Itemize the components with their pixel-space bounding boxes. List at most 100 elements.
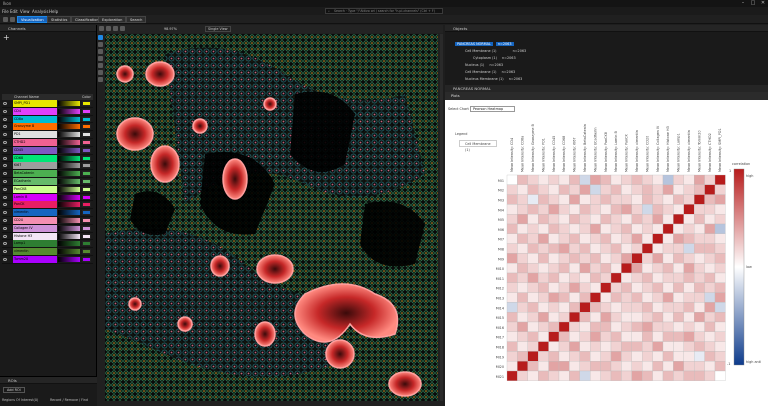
heatmap-cell[interactable] bbox=[517, 253, 528, 264]
heatmap-cell[interactable] bbox=[694, 351, 705, 362]
heatmap-cell[interactable] bbox=[569, 204, 580, 215]
heatmap-cell[interactable] bbox=[590, 184, 601, 195]
heatmap-cell[interactable] bbox=[714, 292, 726, 303]
heatmap-cell[interactable] bbox=[714, 194, 726, 205]
eye-icon[interactable] bbox=[3, 203, 7, 207]
heatmap-cell[interactable] bbox=[527, 184, 539, 195]
heatmap-cell[interactable] bbox=[694, 223, 705, 234]
heatmap-cell[interactable] bbox=[558, 214, 570, 225]
heatmap-cell[interactable] bbox=[631, 351, 643, 362]
heatmap-cell[interactable] bbox=[506, 331, 518, 342]
heatmap-cell[interactable] bbox=[506, 312, 518, 323]
heatmap-cell[interactable] bbox=[694, 263, 705, 274]
heatmap-cell[interactable] bbox=[694, 361, 705, 372]
heatmap-cell[interactable] bbox=[527, 370, 539, 381]
heatmap-cell[interactable] bbox=[527, 174, 539, 185]
heatmap-cell[interactable] bbox=[548, 282, 560, 293]
heatmap-cell[interactable] bbox=[558, 282, 570, 293]
heatmap-cell[interactable] bbox=[610, 282, 622, 293]
heatmap-cell[interactable] bbox=[538, 253, 549, 264]
heatmap-cell[interactable] bbox=[694, 331, 705, 342]
select-tool-icon[interactable] bbox=[98, 35, 103, 40]
heatmap-cell[interactable] bbox=[621, 204, 632, 215]
channel-intensity-bar[interactable] bbox=[58, 210, 80, 216]
heatmap-cell[interactable] bbox=[662, 361, 674, 372]
rectangle-tool-icon[interactable] bbox=[98, 49, 103, 54]
heatmap-cell[interactable] bbox=[621, 302, 632, 313]
heatmap-cell[interactable] bbox=[683, 312, 695, 323]
heatmap-cell[interactable] bbox=[517, 321, 528, 332]
heatmap-cell[interactable] bbox=[652, 243, 664, 254]
heatmap-cell[interactable] bbox=[590, 331, 601, 342]
heatmap-cell[interactable] bbox=[548, 223, 560, 234]
heatmap-cell[interactable] bbox=[538, 214, 549, 225]
add-roi-button[interactable]: Add ROI bbox=[3, 387, 25, 393]
eye-icon[interactable] bbox=[3, 250, 7, 254]
heatmap-cell[interactable] bbox=[527, 214, 539, 225]
heatmap-cell[interactable] bbox=[600, 223, 612, 234]
heatmap-cell[interactable] bbox=[558, 351, 570, 362]
heatmap-cell[interactable] bbox=[590, 312, 601, 323]
heatmap-cell[interactable] bbox=[579, 272, 591, 283]
heatmap-cell[interactable] bbox=[527, 233, 539, 244]
heatmap-cell[interactable] bbox=[662, 184, 674, 195]
heatmap-cell[interactable] bbox=[558, 321, 570, 332]
heatmap-cell[interactable] bbox=[621, 194, 632, 205]
heatmap-cell[interactable] bbox=[590, 174, 601, 185]
heatmap-cell[interactable] bbox=[558, 223, 570, 234]
heatmap-cell[interactable] bbox=[569, 321, 580, 332]
channel-row[interactable]: CD20 bbox=[2, 216, 93, 225]
heatmap-cell[interactable] bbox=[538, 331, 549, 342]
heatmap-cell[interactable] bbox=[590, 263, 601, 274]
heatmap-cell[interactable] bbox=[548, 331, 560, 342]
heatmap-cell[interactable] bbox=[548, 361, 560, 372]
heatmap-cell[interactable] bbox=[517, 361, 528, 372]
heatmap-cell[interactable] bbox=[683, 282, 695, 293]
heatmap-cell[interactable] bbox=[704, 321, 716, 332]
channel-intensity-bar[interactable] bbox=[58, 249, 80, 255]
heatmap-cell[interactable] bbox=[714, 282, 726, 293]
heatmap-cell[interactable] bbox=[683, 174, 695, 185]
heatmap-cell[interactable] bbox=[558, 331, 570, 342]
heatmap-cell[interactable] bbox=[694, 184, 705, 195]
heatmap-cell[interactable] bbox=[683, 243, 695, 254]
heatmap-cell[interactable] bbox=[527, 253, 539, 264]
heatmap-cell[interactable] bbox=[673, 233, 684, 244]
heatmap-cell[interactable] bbox=[642, 253, 653, 264]
heatmap-cell[interactable] bbox=[642, 302, 653, 313]
heatmap-cell[interactable] bbox=[610, 214, 622, 225]
heatmap-cell[interactable] bbox=[538, 223, 549, 234]
heatmap-cell[interactable] bbox=[548, 174, 560, 185]
object-item[interactable]: Cytoplasm (1) n=2063 bbox=[473, 56, 516, 60]
heatmap-cell[interactable] bbox=[610, 263, 622, 274]
heatmap-cell[interactable] bbox=[590, 361, 601, 372]
channel-intensity-bar[interactable] bbox=[58, 194, 80, 200]
heatmap-cell[interactable] bbox=[704, 302, 716, 313]
heatmap-cell[interactable] bbox=[694, 253, 705, 264]
heatmap-cell[interactable] bbox=[662, 214, 674, 225]
heatmap-cell[interactable] bbox=[683, 302, 695, 313]
heatmap-cell[interactable] bbox=[714, 331, 726, 342]
heatmap-cell[interactable] bbox=[610, 243, 622, 254]
heatmap-cell[interactable] bbox=[579, 370, 591, 381]
heatmap-cell[interactable] bbox=[590, 214, 601, 225]
heatmap-cell[interactable] bbox=[714, 272, 726, 283]
heatmap-cell[interactable] bbox=[694, 204, 705, 215]
heatmap-cell[interactable] bbox=[694, 292, 705, 303]
heatmap-cell[interactable] bbox=[579, 214, 591, 225]
channel-intensity-bar[interactable] bbox=[58, 101, 80, 106]
heatmap-cell[interactable] bbox=[569, 263, 580, 274]
heatmap-cell[interactable] bbox=[631, 312, 643, 323]
heatmap-cell[interactable] bbox=[621, 214, 632, 225]
channel-row[interactable]: Lamp1 bbox=[2, 240, 93, 249]
heatmap-cell[interactable] bbox=[694, 312, 705, 323]
heatmap-cell[interactable] bbox=[538, 321, 549, 332]
heatmap-cell[interactable] bbox=[600, 174, 612, 185]
channel-row[interactable]: Granzyme B bbox=[2, 123, 93, 132]
heatmap-cell[interactable] bbox=[538, 243, 549, 254]
heatmap-cell[interactable] bbox=[569, 243, 580, 254]
eye-icon[interactable] bbox=[3, 179, 7, 183]
home-icon[interactable] bbox=[3, 17, 8, 22]
heatmap-cell[interactable] bbox=[704, 351, 716, 362]
channel-intensity-bar[interactable] bbox=[58, 186, 80, 192]
